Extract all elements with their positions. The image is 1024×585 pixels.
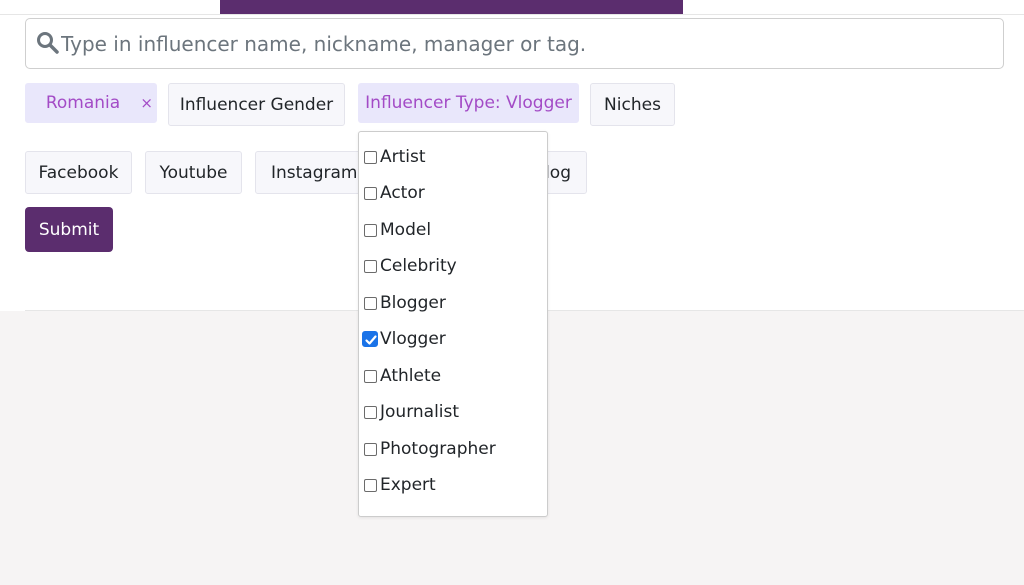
option-label: Photographer [380, 439, 496, 459]
platform-chip-label: Facebook [38, 162, 119, 183]
checkbox[interactable] [364, 442, 377, 456]
platform-chip-label: Instagram [271, 162, 358, 183]
dropdown-option-artist[interactable]: Artist [364, 143, 544, 171]
platform-chip-youtube[interactable]: Youtube [145, 151, 242, 194]
checkbox-checked[interactable] [362, 331, 378, 347]
dropdown-option-actor[interactable]: Actor [364, 179, 544, 207]
search-input[interactable] [61, 27, 991, 61]
filter-chip-type-label: Influencer Type: Vlogger [365, 93, 572, 113]
option-label: Celebrity [380, 256, 457, 276]
checkbox[interactable] [364, 259, 377, 273]
checkbox[interactable] [364, 223, 377, 237]
checkbox[interactable] [364, 478, 377, 492]
option-label: Journalist [380, 402, 460, 422]
top-divider [0, 14, 1024, 15]
filter-chip-country[interactable]: Romania × [25, 83, 157, 123]
submit-button[interactable]: Submit [25, 207, 113, 252]
top-nav-bar [220, 0, 683, 14]
dropdown-option-model[interactable]: Model [364, 216, 544, 244]
dropdown-option-athlete[interactable]: Athlete [364, 362, 544, 390]
option-label: Expert [380, 475, 436, 495]
checkbox[interactable] [364, 369, 377, 383]
filter-chip-type[interactable]: Influencer Type: Vlogger [358, 83, 579, 123]
checkbox[interactable] [364, 405, 377, 419]
dropdown-option-celebrity[interactable]: Celebrity [364, 252, 544, 280]
platform-chip-instagram[interactable]: Instagram [255, 151, 365, 194]
checkbox[interactable] [364, 150, 377, 164]
search-icon [35, 30, 61, 56]
option-label: Model [380, 220, 432, 240]
search-box[interactable] [25, 18, 1004, 69]
filter-chip-country-label: Romania [45, 93, 121, 113]
influencer-type-dropdown: Artist Actor Model Celebrity Blogger Vlo… [358, 131, 548, 517]
option-label: Blogger [380, 293, 446, 313]
option-label: Vlogger [380, 329, 446, 349]
filter-chip-niches[interactable]: Niches [590, 83, 675, 126]
dropdown-option-expert[interactable]: Expert [364, 471, 544, 499]
platform-chip-label: log [545, 162, 571, 183]
dropdown-option-photographer[interactable]: Photographer [364, 435, 544, 463]
option-label: Artist [380, 147, 426, 167]
filter-chip-niches-label: Niches [604, 94, 661, 115]
option-label: Athlete [380, 366, 442, 386]
checkbox[interactable] [364, 186, 377, 200]
filter-chip-gender[interactable]: Influencer Gender [168, 83, 345, 126]
dropdown-option-blogger[interactable]: Blogger [364, 289, 544, 317]
dropdown-option-vlogger[interactable]: Vlogger [362, 325, 542, 353]
platform-chip-label: Youtube [159, 162, 228, 183]
filter-chip-gender-label: Influencer Gender [179, 94, 334, 115]
close-icon[interactable]: × [140, 94, 153, 112]
platform-chip-facebook[interactable]: Facebook [25, 151, 132, 194]
checkbox[interactable] [364, 296, 377, 310]
dropdown-option-journalist[interactable]: Journalist [364, 398, 544, 426]
checkmark-icon [365, 335, 377, 345]
option-label: Actor [380, 183, 425, 203]
